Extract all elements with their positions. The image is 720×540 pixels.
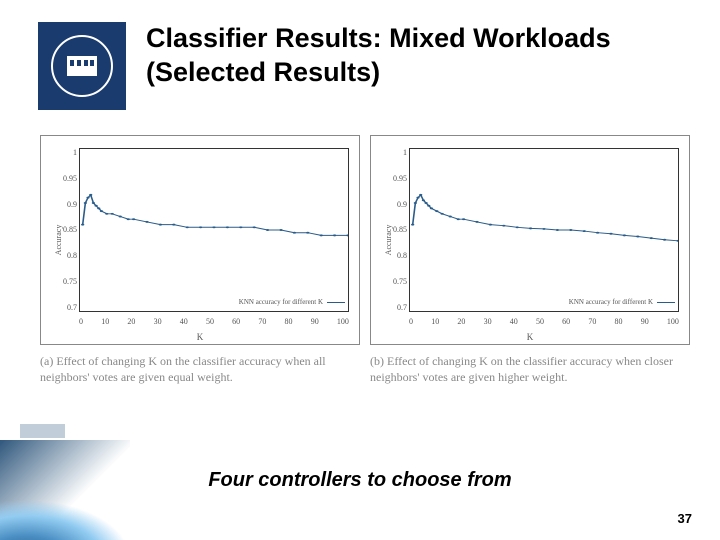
chart-a-series [80, 149, 348, 311]
ytick: 0.75 [53, 277, 77, 286]
xtick: 80 [285, 317, 293, 326]
xtick: 70 [258, 317, 266, 326]
xtick: 60 [232, 317, 240, 326]
legend-text: KNN accuracy for different K [239, 298, 323, 306]
chart-b-series [410, 149, 678, 311]
charts-row: Accuracy 1 0.95 0.9 0.85 0.8 0.75 0.7 0 … [40, 135, 690, 345]
xtick: 0 [409, 317, 413, 326]
ytick: 1 [383, 148, 407, 157]
chart-a-plot [79, 148, 349, 312]
ytick: 0.9 [383, 200, 407, 209]
chart-a-legend: KNN accuracy for different K [239, 298, 345, 306]
xtick: 90 [311, 317, 319, 326]
chart-a-yticks: 1 0.95 0.9 0.85 0.8 0.75 0.7 [53, 148, 77, 312]
xtick: 30 [154, 317, 162, 326]
ytick: 0.9 [53, 200, 77, 209]
legend-line-icon [327, 302, 345, 303]
ytick: 0.95 [53, 174, 77, 183]
chart-a-xlabel: K [197, 332, 204, 342]
xtick: 40 [180, 317, 188, 326]
ytick: 0.7 [53, 303, 77, 312]
xtick: 30 [484, 317, 492, 326]
xtick: 0 [79, 317, 83, 326]
ytick: 0.8 [383, 251, 407, 260]
xtick: 40 [510, 317, 518, 326]
xtick: 50 [206, 317, 214, 326]
xtick: 20 [457, 317, 465, 326]
chart-b-xlabel: K [527, 332, 534, 342]
ytick: 0.85 [53, 225, 77, 234]
xtick: 80 [615, 317, 623, 326]
chart-a-xticks: 0 10 20 30 40 50 60 70 80 90 100 [79, 317, 349, 326]
ytick: 0.75 [383, 277, 407, 286]
caption-a: (a) Effect of changing K on the classifi… [40, 353, 360, 385]
chart-b-yticks: 1 0.95 0.9 0.85 0.8 0.75 0.7 [383, 148, 407, 312]
caption-b: (b) Effect of changing K on the classifi… [370, 353, 690, 385]
ytick: 0.7 [383, 303, 407, 312]
ytick: 0.95 [383, 174, 407, 183]
xtick: 20 [127, 317, 135, 326]
ytick: 0.85 [383, 225, 407, 234]
ytick: 0.8 [53, 251, 77, 260]
chart-captions: (a) Effect of changing K on the classifi… [40, 353, 690, 385]
chart-b-legend: KNN accuracy for different K [569, 298, 675, 306]
chart-b-xticks: 0 10 20 30 40 50 60 70 80 90 100 [409, 317, 679, 326]
slide-subtitle: Four controllers to choose from [0, 469, 720, 492]
page-number: 37 [678, 511, 692, 526]
ytick: 1 [53, 148, 77, 157]
chart-b-plot [409, 148, 679, 312]
slide-title: Classifier Results: Mixed Workloads (Sel… [146, 22, 690, 90]
chart-a: Accuracy 1 0.95 0.9 0.85 0.8 0.75 0.7 0 … [40, 135, 360, 345]
xtick: 10 [431, 317, 439, 326]
university-logo [38, 22, 126, 110]
xtick: 100 [667, 317, 679, 326]
legend-line-icon [657, 302, 675, 303]
xtick: 50 [536, 317, 544, 326]
legend-text: KNN accuracy for different K [569, 298, 653, 306]
chart-b: Accuracy 1 0.95 0.9 0.85 0.8 0.75 0.7 0 … [370, 135, 690, 345]
xtick: 10 [101, 317, 109, 326]
logo-seal [51, 35, 113, 97]
logo-building-icon [67, 56, 97, 76]
xtick: 60 [562, 317, 570, 326]
xtick: 70 [588, 317, 596, 326]
xtick: 100 [337, 317, 349, 326]
xtick: 90 [641, 317, 649, 326]
